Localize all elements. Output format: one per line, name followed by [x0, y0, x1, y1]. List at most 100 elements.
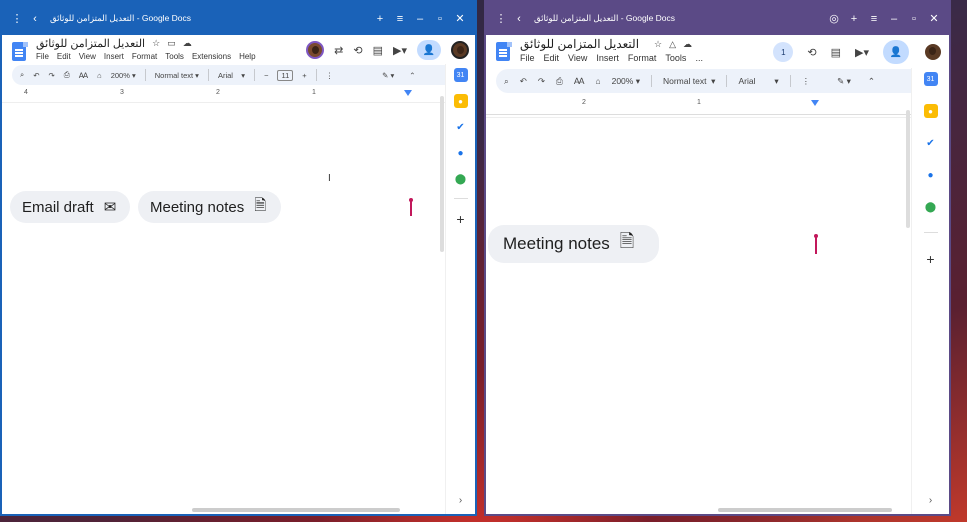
share-button[interactable]: 👤: [417, 40, 441, 60]
menu-edit[interactable]: Edit: [544, 53, 560, 63]
docs-logo-icon[interactable]: [12, 42, 28, 62]
account-avatar[interactable]: [923, 42, 943, 62]
redo-icon[interactable]: ↷: [538, 76, 545, 87]
menu-more[interactable]: ...: [695, 53, 703, 63]
menu-extensions[interactable]: Extensions: [192, 52, 231, 61]
tasks-icon[interactable]: ✔: [454, 120, 468, 134]
move-folder-icon[interactable]: ▭: [167, 38, 176, 49]
add-addon-icon[interactable]: +: [926, 251, 934, 267]
font-size-input[interactable]: 11: [277, 69, 294, 81]
tasks-icon[interactable]: ✔: [924, 136, 938, 150]
doc-title[interactable]: التعديل المتزامن للوثائق: [36, 37, 145, 50]
spellcheck-icon[interactable]: Ꜳ: [79, 71, 88, 80]
history-icon[interactable]: ⟲: [353, 44, 362, 57]
meet-icon[interactable]: ▶▾: [855, 46, 869, 59]
smart-chip-meeting-notes[interactable]: Meeting notes 🗎: [488, 225, 659, 263]
star-icon[interactable]: ☆: [654, 39, 662, 50]
more-options-icon[interactable]: ⋮: [326, 71, 334, 80]
collapse-menu-icon[interactable]: ⌃: [868, 76, 875, 87]
doc-title[interactable]: التعديل المتزامن للوثائق: [520, 37, 639, 51]
more-options-icon[interactable]: ⋮: [802, 76, 811, 87]
paint-format-icon[interactable]: ⌂: [595, 76, 600, 86]
back-icon[interactable]: ‹: [510, 10, 528, 28]
increase-size-icon[interactable]: +: [302, 71, 306, 80]
maps-icon[interactable]: ⬤: [924, 200, 938, 214]
close-icon[interactable]: ✕: [925, 10, 943, 28]
style-select[interactable]: Normal text ▾: [663, 76, 715, 87]
document-canvas[interactable]: I Email draft ✉ Meeting notes 🗎: [2, 102, 445, 514]
menu-edit[interactable]: Edit: [57, 52, 71, 61]
new-tab-icon[interactable]: +: [371, 10, 389, 28]
comment-icon[interactable]: ▤: [831, 46, 841, 59]
kebab-menu-icon[interactable]: ⋮: [8, 10, 26, 28]
comment-icon[interactable]: ▤: [373, 44, 383, 57]
document-canvas[interactable]: Meeting notes 🗎: [486, 117, 911, 514]
minimize-icon[interactable]: –: [885, 10, 903, 28]
expand-panel-icon[interactable]: ›: [929, 495, 932, 506]
maximize-icon[interactable]: ▫: [905, 10, 923, 28]
horizontal-scrollbar[interactable]: [718, 508, 892, 512]
print-icon[interactable]: ⎙: [64, 70, 70, 80]
menu-file[interactable]: File: [36, 52, 49, 61]
cloud-status-icon[interactable]: ☁: [683, 39, 692, 50]
collaborator-count-badge[interactable]: 1: [773, 42, 794, 62]
list-icon[interactable]: ≡: [391, 10, 409, 28]
menu-view[interactable]: View: [568, 53, 587, 63]
visibility-off-icon[interactable]: ◎: [825, 10, 843, 28]
vertical-scrollbar[interactable]: [440, 96, 444, 252]
calendar-icon[interactable]: 31: [453, 68, 468, 82]
collapse-menu-icon[interactable]: ⌃: [409, 71, 415, 80]
vertical-scrollbar[interactable]: [906, 110, 910, 228]
undo-icon[interactable]: ↶: [520, 76, 527, 87]
meet-icon[interactable]: ▶▾: [393, 44, 407, 57]
kebab-menu-icon[interactable]: ⋮: [492, 10, 510, 28]
contacts-icon[interactable]: ●: [924, 168, 938, 182]
collaborators-icon[interactable]: ⇄: [334, 44, 343, 57]
maximize-icon[interactable]: ▫: [431, 10, 449, 28]
menu-format[interactable]: Format: [132, 52, 157, 61]
decrease-size-icon[interactable]: −: [264, 71, 268, 80]
font-select[interactable]: Arial ▾: [738, 76, 778, 87]
zoom-select[interactable]: 200% ▾: [612, 76, 640, 87]
smart-chip-email-draft[interactable]: Email draft ✉: [10, 191, 130, 223]
keep-icon[interactable]: ●: [923, 104, 938, 118]
add-addon-icon[interactable]: +: [456, 211, 464, 227]
maps-icon[interactable]: ⬤: [454, 172, 468, 186]
list-icon[interactable]: ≡: [865, 10, 883, 28]
keep-icon[interactable]: ●: [453, 94, 468, 108]
paint-format-icon[interactable]: ⌂: [97, 71, 102, 80]
undo-icon[interactable]: ↶: [33, 71, 39, 80]
back-icon[interactable]: ‹: [26, 10, 44, 28]
calendar-icon[interactable]: 31: [923, 72, 938, 86]
expand-panel-icon[interactable]: ›: [459, 495, 462, 506]
indent-marker[interactable]: [811, 100, 819, 106]
print-icon[interactable]: ⎙: [556, 76, 563, 87]
menu-tools[interactable]: Tools: [665, 53, 686, 63]
minimize-icon[interactable]: –: [411, 10, 429, 28]
menu-tools[interactable]: Tools: [165, 52, 184, 61]
close-icon[interactable]: ✕: [451, 10, 469, 28]
account-avatar[interactable]: [451, 41, 469, 59]
menu-insert[interactable]: Insert: [104, 52, 124, 61]
menu-view[interactable]: View: [79, 52, 96, 61]
style-select[interactable]: Normal text ▾: [155, 71, 199, 80]
menu-insert[interactable]: Insert: [596, 53, 619, 63]
history-icon[interactable]: ⟲: [807, 46, 816, 59]
redo-icon[interactable]: ↷: [49, 71, 55, 80]
spellcheck-icon[interactable]: Ꜳ: [574, 76, 585, 87]
cloud-status-icon[interactable]: ☁: [183, 38, 192, 49]
menu-file[interactable]: File: [520, 53, 535, 63]
editing-mode-icon[interactable]: ✎ ▾: [837, 76, 851, 87]
contacts-icon[interactable]: ●: [454, 146, 468, 160]
collaborator-avatar[interactable]: [306, 41, 325, 59]
indent-marker[interactable]: [404, 90, 412, 96]
search-icon[interactable]: ⌕: [20, 70, 24, 80]
docs-logo-icon[interactable]: [496, 42, 512, 62]
search-icon[interactable]: ⌕: [504, 76, 509, 87]
horizontal-scrollbar[interactable]: [192, 508, 400, 512]
share-button[interactable]: 👤: [883, 40, 909, 64]
zoom-select[interactable]: 200% ▾: [111, 71, 136, 80]
font-select[interactable]: Arial ▾: [218, 71, 245, 80]
drive-icon[interactable]: △: [669, 39, 676, 50]
editing-mode-icon[interactable]: ✎ ▾: [382, 71, 394, 80]
